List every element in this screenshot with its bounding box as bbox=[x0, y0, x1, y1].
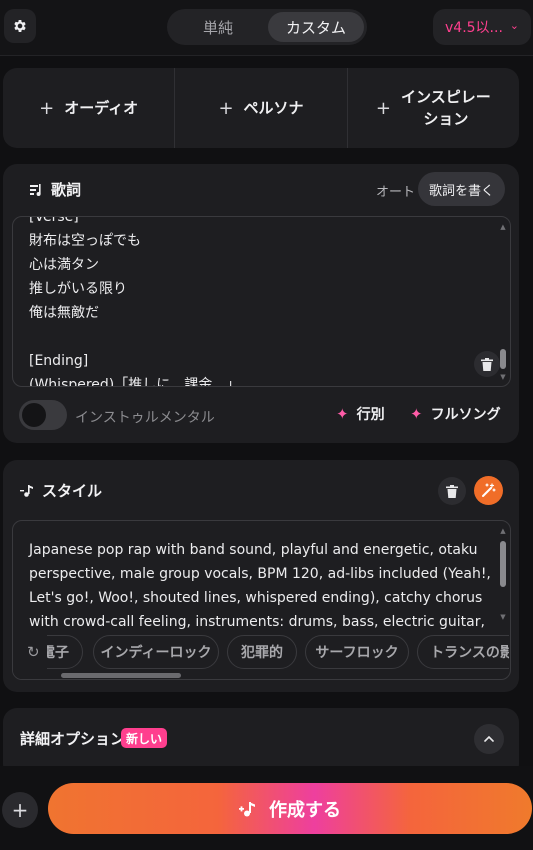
add-inspiration-label-line1: インスピレー bbox=[401, 88, 491, 106]
settings-button[interactable] bbox=[4, 9, 36, 43]
scroll-down-icon[interactable]: ▼ bbox=[499, 373, 507, 381]
refresh-icon[interactable]: ↻ bbox=[27, 643, 40, 661]
style-textarea[interactable]: Japanese pop rap with band sound, playfu… bbox=[12, 520, 511, 680]
plus-icon: + bbox=[39, 97, 55, 119]
style-chip[interactable]: サーフロック bbox=[305, 635, 409, 669]
top-bar: 単純 カスタム v4.5以... ⌄ bbox=[0, 0, 533, 56]
create-button[interactable]: 作成する bbox=[48, 783, 532, 834]
scroll-down-icon[interactable]: ▼ bbox=[499, 613, 507, 621]
style-chip-list: 電子 インディーロック 犯罪的 サーフロック トランスの影響 bbox=[47, 635, 509, 671]
add-inspiration-button[interactable]: + インスピレー ション bbox=[348, 68, 519, 148]
bottom-bar: + 作成する bbox=[0, 766, 533, 850]
advanced-options-title: 詳細オプション bbox=[20, 730, 126, 748]
mode-custom-tab[interactable]: カスタム bbox=[268, 12, 364, 42]
style-chip[interactable]: トランスの影響 bbox=[417, 635, 509, 669]
plus-icon: + bbox=[375, 97, 392, 119]
style-text[interactable]: Japanese pop rap with band sound, playfu… bbox=[29, 538, 499, 634]
style-scroll-thumb[interactable] bbox=[500, 541, 506, 587]
gear-icon bbox=[14, 20, 26, 32]
style-scrollbar[interactable]: ▲ ▼ bbox=[499, 527, 507, 627]
style-chip[interactable]: インディーロック bbox=[93, 635, 219, 669]
add-source-row: + オーディオ + ペルソナ + インスピレー ション bbox=[3, 68, 519, 148]
style-header: スタイル bbox=[20, 480, 102, 501]
add-inspiration-label-line2: ション bbox=[423, 110, 469, 128]
trash-icon bbox=[481, 357, 493, 371]
mode-toggle: 単純 カスタム bbox=[167, 9, 367, 45]
lyrics-scrollbar[interactable]: ▲ ▼ bbox=[499, 223, 507, 381]
chevron-down-icon: ⌄ bbox=[509, 19, 519, 32]
add-audio-label: オーディオ bbox=[64, 99, 139, 117]
sparkle-icon: ✦ bbox=[336, 405, 349, 423]
full-song-button[interactable]: ✦ フルソング bbox=[410, 404, 501, 424]
lyrics-textarea[interactable]: [Verse] 財布は空っぽでも 心は満タン 推しがいる限り 俺は無敵だ [En… bbox=[12, 216, 511, 387]
model-version-select[interactable]: v4.5以... ⌄ bbox=[433, 9, 531, 45]
add-inspiration-label: インスピレー ション bbox=[401, 86, 491, 130]
lyrics-scroll-thumb[interactable] bbox=[500, 349, 506, 369]
plus-icon: + bbox=[218, 97, 234, 119]
add-persona-button[interactable]: + ペルソナ bbox=[175, 68, 348, 148]
instrumental-toggle[interactable] bbox=[19, 400, 67, 430]
sparkle-icon: ✦ bbox=[410, 405, 423, 423]
style-chip[interactable]: 電子 bbox=[47, 635, 83, 669]
lyrics-header: 歌詞 bbox=[29, 179, 81, 200]
clear-style-button[interactable] bbox=[438, 477, 466, 505]
style-chip[interactable]: 犯罪的 bbox=[227, 635, 297, 669]
lyrics-card: 歌詞 オート 歌詞を書く [Verse] 財布は空っぽでも 心は満タン 推しがい… bbox=[3, 164, 519, 443]
lyrics-title: 歌詞 bbox=[51, 181, 82, 199]
chip-horizontal-scrollbar[interactable] bbox=[61, 673, 181, 678]
style-title: スタイル bbox=[42, 482, 103, 500]
style-card: スタイル Japanese pop rap with band sound, p… bbox=[3, 460, 519, 692]
model-version-label: v4.5以... bbox=[445, 20, 503, 36]
instrumental-label: インストゥルメンタル bbox=[75, 410, 215, 426]
scroll-up-icon[interactable]: ▲ bbox=[499, 223, 507, 231]
lyrics-auto-option[interactable]: オート bbox=[376, 181, 415, 200]
by-line-label: 行別 bbox=[356, 407, 385, 423]
add-audio-button[interactable]: + オーディオ bbox=[3, 68, 176, 148]
write-lyrics-button[interactable]: 歌詞を書く bbox=[418, 172, 505, 206]
add-persona-label: ペルソナ bbox=[243, 99, 304, 117]
toggle-knob bbox=[22, 403, 46, 427]
chevron-up-icon bbox=[484, 736, 494, 742]
enhance-style-button[interactable] bbox=[474, 476, 503, 505]
full-song-label: フルソング bbox=[430, 407, 501, 423]
mode-simple-tab[interactable]: 単純 bbox=[170, 12, 266, 42]
lyrics-icon bbox=[30, 183, 41, 196]
music-note-icon bbox=[20, 484, 33, 497]
lyrics-text[interactable]: [Verse] 財布は空っぽでも 心は満タン 推しがいる限り 俺は無敵だ [En… bbox=[29, 217, 489, 386]
magic-wand-icon bbox=[482, 483, 496, 497]
trash-icon bbox=[446, 484, 458, 498]
by-line-button[interactable]: ✦ 行別 bbox=[336, 404, 385, 424]
create-button-label: 作成する bbox=[269, 799, 341, 821]
new-badge: 新しい bbox=[121, 728, 168, 748]
add-button[interactable]: + bbox=[2, 792, 38, 828]
scroll-up-icon[interactable]: ▲ bbox=[499, 527, 507, 535]
plus-icon: + bbox=[11, 798, 29, 822]
collapse-button[interactable] bbox=[474, 724, 504, 754]
music-note-icon bbox=[239, 801, 255, 816]
clear-lyrics-button[interactable] bbox=[474, 351, 500, 377]
